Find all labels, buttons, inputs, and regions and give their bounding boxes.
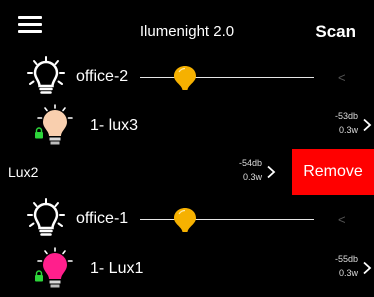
group-row-office-1[interactable]: office-1 < [0, 198, 374, 238]
slider-track [140, 77, 314, 78]
lock-icon [35, 127, 43, 139]
slider-thumb[interactable] [174, 66, 197, 90]
power-usage: 0.3w [242, 172, 262, 182]
device-row-lux2-swiped[interactable]: Lux2 -54db 0.3w Remove [0, 149, 374, 195]
device-row-lux3[interactable]: 1- lux3 -53db 0.3w [0, 102, 374, 148]
power-usage: 0.3w [338, 125, 358, 135]
lock-icon [35, 270, 43, 282]
slider-track [140, 219, 314, 220]
brightness-slider[interactable] [140, 66, 314, 90]
group-name: office-1 [76, 210, 129, 227]
signal-strength: -53db [334, 111, 358, 121]
lightbulb-outline-icon [27, 198, 65, 236]
signal-strength: -55db [334, 254, 358, 264]
chevron-left-icon[interactable]: < [338, 70, 346, 85]
chevron-right-icon[interactable] [362, 261, 372, 275]
chevron-left-icon[interactable]: < [338, 212, 346, 227]
brightness-slider[interactable] [140, 208, 314, 232]
power-usage: 0.3w [338, 268, 358, 278]
signal-strength: -54db [238, 158, 262, 168]
chevron-right-icon[interactable] [362, 118, 372, 132]
chevron-right-icon[interactable] [266, 165, 276, 179]
lightbulb-outline-icon [27, 56, 65, 94]
slider-thumb[interactable] [174, 208, 197, 232]
lightbulb-icon [37, 247, 73, 288]
menu-line [18, 16, 42, 19]
scan-button[interactable]: Scan [315, 21, 356, 43]
group-name: office-2 [76, 68, 129, 85]
lightbulb-icon [37, 104, 73, 145]
group-row-office-2[interactable]: office-2 < [0, 56, 374, 96]
nav-bar: Ilumenight 2.0 Scan [0, 0, 374, 48]
device-name: 1- lux3 [90, 117, 139, 134]
device-name: 1- Lux1 [90, 260, 144, 277]
device-name: Lux2 [8, 164, 39, 180]
device-row-lux1[interactable]: 1- Lux1 -55db 0.3w [0, 245, 374, 291]
remove-button[interactable]: Remove [292, 149, 374, 195]
